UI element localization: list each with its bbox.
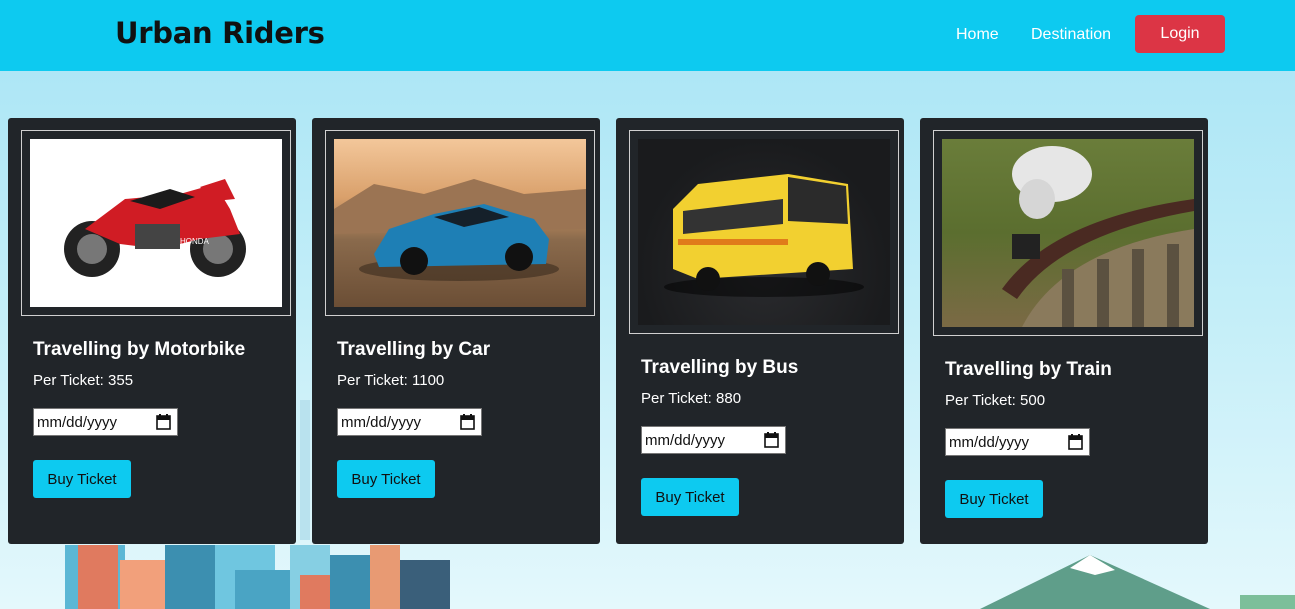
nav-home-link[interactable]: Home [956, 26, 999, 44]
car-image [334, 139, 586, 307]
svg-text:HONDA: HONDA [180, 237, 210, 246]
train-image [942, 139, 1194, 327]
date-input[interactable]: mm/dd/yyyy [945, 428, 1090, 456]
calendar-icon[interactable] [1068, 434, 1083, 450]
card-title: Travelling by Bus [641, 357, 799, 378]
date-placeholder: mm/dd/yyyy [37, 413, 118, 431]
card-price: Per Ticket: 1100 [337, 372, 445, 389]
date-placeholder: mm/dd/yyyy [949, 433, 1030, 451]
card-title: Travelling by Motorbike [33, 339, 246, 360]
card-title: Travelling by Car [337, 339, 491, 360]
card-image-frame [629, 130, 899, 334]
card-image-frame: HONDA [21, 130, 291, 316]
buy-ticket-button[interactable]: Buy Ticket [945, 480, 1043, 518]
card-price: Per Ticket: 500 [945, 392, 1046, 409]
date-placeholder: mm/dd/yyyy [645, 431, 726, 449]
buy-ticket-button[interactable]: Buy Ticket [337, 460, 435, 498]
calendar-icon[interactable] [764, 432, 779, 448]
card-title: Travelling by Train [945, 359, 1112, 380]
bus-image [638, 139, 890, 325]
buy-ticket-button[interactable]: Buy Ticket [33, 460, 131, 498]
ticket-card-motorbike: HONDA Travelling by Motorbike Per Ticket… [8, 118, 296, 544]
date-input[interactable]: mm/dd/yyyy [337, 408, 482, 436]
calendar-icon[interactable] [156, 414, 171, 430]
date-input[interactable]: mm/dd/yyyy [641, 426, 786, 454]
motorbike-image: HONDA [30, 139, 282, 307]
ticket-card-bus: Travelling by Bus Per Ticket: 880 mm/dd/… [616, 118, 904, 544]
date-placeholder: mm/dd/yyyy [341, 413, 422, 431]
nav-destination-link[interactable]: Destination [1031, 26, 1111, 44]
ticket-card-car: Travelling by Car Per Ticket: 1100 mm/dd… [312, 118, 600, 544]
brand-logo[interactable]: Urban Riders [115, 16, 325, 50]
navbar: Urban Riders Home Destination Login [0, 0, 1295, 71]
card-price: Per Ticket: 355 [33, 372, 134, 389]
login-button[interactable]: Login [1135, 15, 1225, 53]
card-image-frame [325, 130, 595, 316]
calendar-icon[interactable] [460, 414, 475, 430]
buy-ticket-button[interactable]: Buy Ticket [641, 478, 739, 516]
ticket-card-train: Travelling by Train Per Ticket: 500 mm/d… [920, 118, 1208, 544]
card-price: Per Ticket: 880 [641, 390, 742, 407]
date-input[interactable]: mm/dd/yyyy [33, 408, 178, 436]
card-image-frame [933, 130, 1203, 336]
